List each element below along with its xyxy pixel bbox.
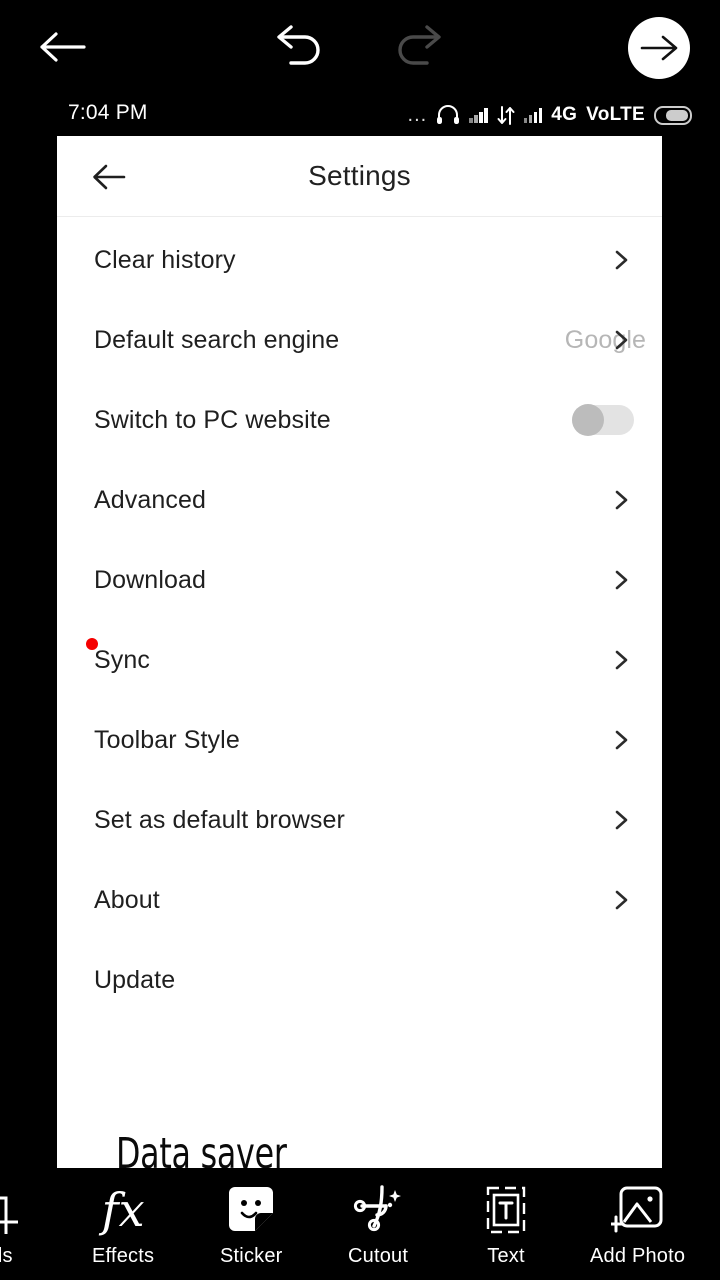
add-photo-icon (610, 1184, 666, 1236)
chevron-right-icon (615, 650, 628, 670)
tool-label: Cutout (348, 1245, 409, 1267)
row-label: Advanced (94, 485, 206, 514)
settings-row-about[interactable]: About (57, 860, 662, 940)
network-type-label: 4G (551, 104, 578, 125)
chevron-right-icon (615, 730, 628, 750)
settings-row-download[interactable]: Download (57, 540, 662, 620)
tool-add-photo[interactable]: Add Photo (590, 1184, 685, 1268)
overflow-dots-icon: ... (407, 104, 428, 126)
settings-back-button[interactable] (79, 136, 139, 217)
chevron-right-icon (615, 570, 628, 590)
sticker-icon (223, 1184, 279, 1236)
page-title: Settings (308, 160, 411, 191)
arrow-left-icon (93, 164, 126, 189)
settings-row-set-as-default-browser[interactable]: Set as default browser (57, 780, 662, 860)
chevron-right-icon (615, 810, 628, 830)
row-label: Set as default browser (94, 805, 345, 834)
row-label: Switch to PC website (94, 405, 331, 434)
undo-icon (277, 25, 320, 65)
settings-row-switch-to-pc-website[interactable]: Switch to PC website (57, 380, 662, 460)
tool-cutout[interactable]: Cutout (348, 1184, 408, 1268)
text-icon (478, 1184, 534, 1236)
arrow-left-icon (40, 32, 86, 62)
data-transfer-icon (497, 105, 515, 125)
chevron-right-icon (615, 330, 628, 350)
crop-icon (0, 1184, 22, 1236)
signal-bars-icon (469, 107, 488, 123)
settings-list: Clear history Default search engine Goog… (57, 217, 662, 1020)
arrow-right-icon (640, 35, 678, 61)
row-label: Default search engine (94, 325, 340, 354)
chevron-right-icon (615, 490, 628, 510)
tool-label: Add Photo (590, 1245, 686, 1267)
tool-label: ools (0, 1245, 13, 1267)
settings-row-toolbar-style[interactable]: Toolbar Style (57, 700, 662, 780)
row-label: Download (94, 565, 206, 594)
tool-label: Sticker (220, 1245, 283, 1267)
settings-row-clear-history[interactable]: Clear history (57, 220, 662, 300)
tool-text[interactable]: Text (478, 1184, 534, 1268)
redo-button[interactable] (388, 20, 450, 76)
tool-label: Text (487, 1245, 525, 1267)
undo-button[interactable] (268, 20, 330, 76)
settings-row-default-search-engine[interactable]: Default search engine Google (57, 300, 662, 380)
headphones-icon (437, 105, 460, 124)
fx-icon: fx (101, 1183, 145, 1237)
screen-root: 7:04 PM ... 4G VoLTE Settings Clear hist… (0, 0, 720, 1280)
tool-tools[interactable]: ools (0, 1184, 22, 1268)
toggle-knob (572, 404, 604, 436)
data-saver-overlay-text[interactable]: Data saver (116, 1133, 287, 1169)
row-label: Toolbar Style (94, 725, 240, 754)
tool-effects[interactable]: fx Effects (92, 1184, 154, 1268)
editor-back-button[interactable] (32, 22, 92, 72)
pc-website-toggle[interactable] (572, 404, 634, 436)
sync-notification-badge (86, 638, 98, 650)
editor-top-bar (0, 0, 720, 95)
row-label: Clear history (94, 245, 236, 274)
settings-row-advanced[interactable]: Advanced (57, 460, 662, 540)
settings-header: Settings (57, 136, 662, 217)
cutout-icon (350, 1184, 406, 1236)
status-bar: 7:04 PM ... 4G VoLTE (0, 98, 720, 132)
tool-label: Effects (92, 1245, 155, 1267)
row-value: Google (564, 325, 646, 354)
chevron-right-icon (615, 250, 628, 270)
row-label: Sync (94, 645, 150, 674)
tool-sticker[interactable]: Sticker (220, 1184, 283, 1268)
editor-bottom-bar: ools fx Effects Sticker (0, 1168, 720, 1280)
settings-row-update[interactable]: Update (57, 940, 662, 1020)
row-label: About (94, 885, 160, 914)
next-button[interactable] (628, 17, 690, 79)
status-time: 7:04 PM (68, 101, 148, 124)
chevron-right-icon (615, 890, 628, 910)
redo-icon (398, 25, 441, 65)
status-icons: ... 4G VoLTE (408, 98, 692, 132)
row-label: Update (94, 965, 176, 994)
battery-icon (654, 105, 692, 125)
settings-row-sync[interactable]: Sync (57, 620, 662, 700)
signal-bars-icon-2 (523, 107, 543, 123)
volte-label: VoLTE (586, 104, 645, 125)
settings-panel: Settings Clear history Default search en… (57, 136, 662, 1168)
